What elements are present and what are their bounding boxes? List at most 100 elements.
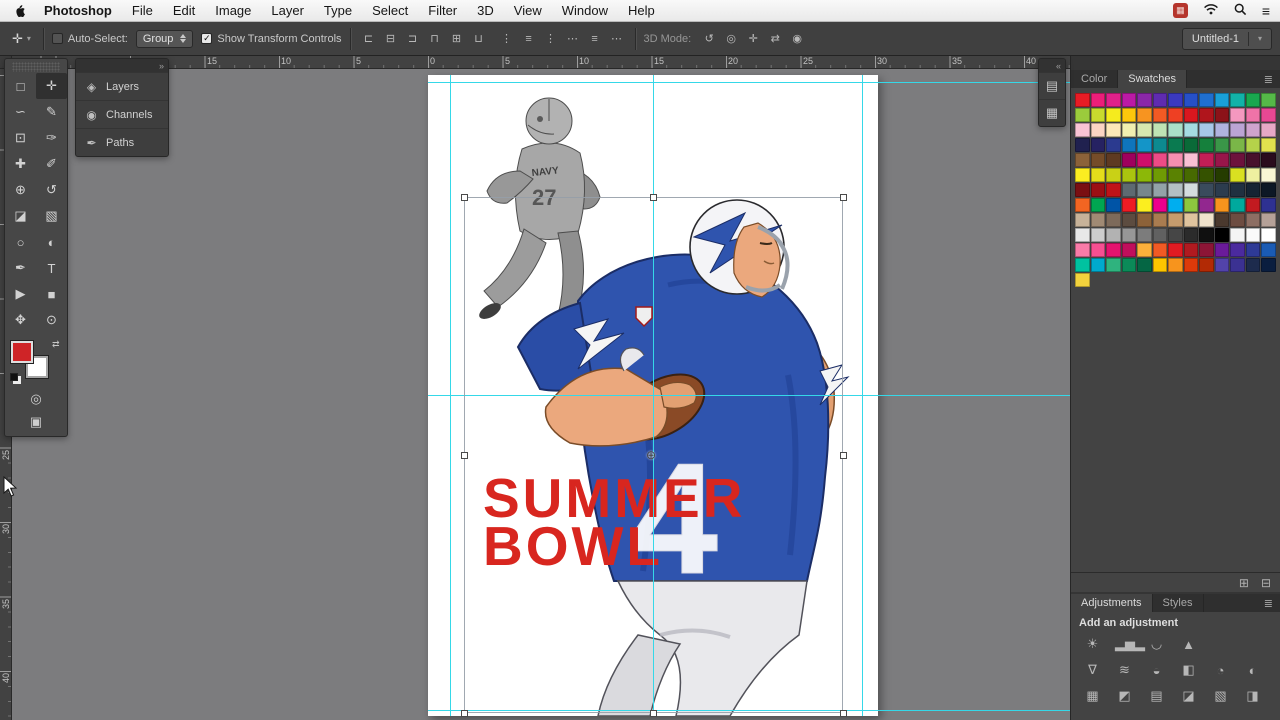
color-swatch[interactable] (1121, 213, 1137, 227)
color-swatch[interactable] (1230, 228, 1245, 242)
distribute-left-edges-button[interactable]: ⋯ (563, 30, 583, 48)
color-swatch[interactable] (1214, 213, 1230, 227)
menu-help[interactable]: Help (618, 3, 665, 18)
color-swatch[interactable] (1137, 258, 1152, 272)
color-swatch[interactable] (1090, 108, 1106, 122)
color-swatch[interactable] (1199, 138, 1214, 152)
color-swatch[interactable] (1245, 228, 1261, 242)
color-swatch[interactable] (1245, 183, 1261, 197)
adj-hue-saturation[interactable]: ≋ (1115, 662, 1134, 678)
color-swatch[interactable] (1121, 243, 1137, 257)
color-swatch[interactable] (1152, 168, 1168, 182)
color-swatch[interactable] (1075, 108, 1090, 122)
color-swatch[interactable] (1075, 138, 1090, 152)
color-swatch[interactable] (1121, 123, 1137, 137)
channels-panel-button[interactable]: ◉ Channels (76, 100, 168, 128)
color-swatch[interactable] (1245, 168, 1261, 182)
panel-grip[interactable] (12, 62, 60, 72)
color-swatch[interactable] (1199, 258, 1214, 272)
blur-tool[interactable]: ○ (5, 229, 36, 255)
color-swatch[interactable] (1121, 258, 1137, 272)
menu-image[interactable]: Image (205, 3, 261, 18)
color-swatch[interactable] (1183, 213, 1199, 227)
color-swatch[interactable] (1214, 138, 1230, 152)
3d-pan-button[interactable]: ✛ (743, 30, 763, 48)
color-swatch[interactable] (1214, 258, 1230, 272)
color-swatch[interactable] (1183, 243, 1199, 257)
auto-select-control[interactable]: Auto-Select: (51, 33, 128, 45)
color-swatch[interactable] (1121, 198, 1137, 212)
color-swatch[interactable] (1245, 123, 1261, 137)
color-swatch[interactable] (1168, 123, 1183, 137)
color-swatch[interactable] (1090, 168, 1106, 182)
color-swatch[interactable] (1199, 168, 1214, 182)
color-swatch[interactable] (1075, 153, 1090, 167)
color-swatch[interactable] (1261, 258, 1276, 272)
collapsed-panel-button-2[interactable]: ▦ (1039, 99, 1065, 126)
delete-swatch-icon[interactable]: ⊟ (1261, 576, 1271, 590)
color-swatch[interactable] (1106, 153, 1121, 167)
color-swatch[interactable] (1137, 213, 1152, 227)
align-bottom-edges-button[interactable]: ⊔ (469, 30, 489, 48)
transform-reference-point[interactable]: ⊕ (646, 448, 656, 462)
dock-header[interactable]: « (1039, 59, 1065, 72)
align-left-edges-button[interactable]: ⊏ (359, 30, 379, 48)
color-swatch[interactable] (1090, 123, 1106, 137)
3d-orbit-button[interactable]: ↺ (699, 30, 719, 48)
adj-brightness-contrast[interactable]: ☀ (1083, 636, 1102, 652)
color-swatch[interactable] (1090, 228, 1106, 242)
color-swatch[interactable] (1245, 258, 1261, 272)
adj-black-white[interactable]: ◧ (1179, 662, 1198, 678)
color-swatch[interactable] (1090, 198, 1106, 212)
color-swatch[interactable] (1121, 168, 1137, 182)
color-swatch[interactable] (1152, 183, 1168, 197)
apple-menu[interactable] (10, 4, 34, 18)
hand-tool[interactable]: ✥ (5, 307, 36, 333)
color-swatch[interactable] (1261, 228, 1276, 242)
quick-mask-button[interactable]: ◎ (5, 387, 67, 410)
color-swatch[interactable] (1106, 258, 1121, 272)
color-swatch[interactable] (1183, 258, 1199, 272)
notification-center-icon[interactable]: ≡ (1262, 3, 1270, 19)
color-swatch[interactable] (1168, 138, 1183, 152)
collapsed-panel-button-1[interactable]: ▤ (1039, 72, 1065, 99)
guide-horizontal[interactable] (428, 82, 1070, 83)
menu-photoshop[interactable]: Photoshop (34, 3, 122, 18)
color-swatch[interactable] (1137, 198, 1152, 212)
move-tool[interactable]: ✛ (36, 73, 67, 99)
color-swatch[interactable] (1199, 123, 1214, 137)
show-transform-control[interactable]: ✓ Show Transform Controls (201, 33, 342, 45)
default-colors-icon[interactable] (10, 373, 18, 381)
color-swatch[interactable] (1168, 228, 1183, 242)
color-swatch[interactable] (1214, 243, 1230, 257)
pen-tool[interactable]: ✒ (5, 255, 36, 281)
menu-type[interactable]: Type (314, 3, 362, 18)
adj-threshold[interactable]: ◪ (1179, 688, 1198, 704)
color-swatch[interactable] (1261, 93, 1276, 107)
type-tool[interactable]: T (36, 255, 67, 281)
color-swatch[interactable] (1183, 138, 1199, 152)
color-swatch[interactable] (1106, 243, 1121, 257)
color-swatch[interactable] (1137, 168, 1152, 182)
color-swatch[interactable] (1183, 198, 1199, 212)
color-swatch[interactable] (1137, 243, 1152, 257)
color-swatch[interactable] (1214, 198, 1230, 212)
color-swatch[interactable] (1075, 243, 1090, 257)
color-swatch[interactable] (1168, 198, 1183, 212)
screen-mode-button[interactable]: ▣ (5, 410, 67, 433)
color-swatch[interactable] (1075, 198, 1090, 212)
color-swatch[interactable] (1152, 243, 1168, 257)
menubar-extra-icon[interactable]: ▦ (1172, 3, 1188, 18)
color-swatch[interactable] (1137, 138, 1152, 152)
color-swatch[interactable] (1245, 93, 1261, 107)
transform-handle-bottom-center[interactable] (650, 710, 657, 717)
gradient-tool[interactable]: ▧ (36, 203, 67, 229)
align-right-edges-button[interactable]: ⊐ (403, 30, 423, 48)
menu-select[interactable]: Select (362, 3, 418, 18)
color-swatch[interactable] (1245, 108, 1261, 122)
color-swatch[interactable] (1121, 153, 1137, 167)
color-swatch[interactable] (1075, 93, 1090, 107)
color-swatch[interactable] (1106, 93, 1121, 107)
color-swatch[interactable] (1152, 123, 1168, 137)
color-swatch[interactable] (1261, 183, 1276, 197)
